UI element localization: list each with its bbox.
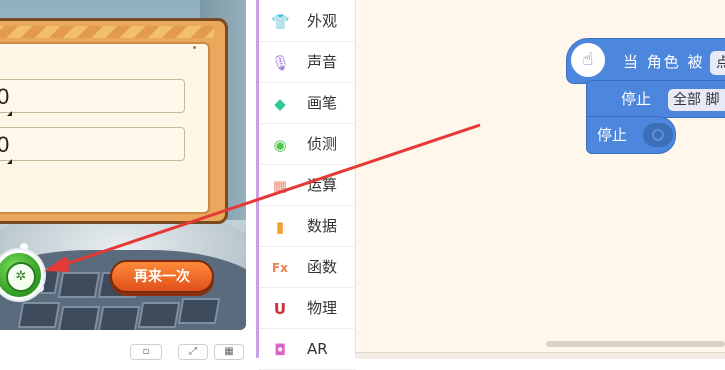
code-workspace[interactable]: ☝ 当 角色 被 点 停止 全部 脚 停止 bbox=[356, 0, 725, 359]
category-label: 声音 bbox=[307, 53, 338, 71]
category-label: 外观 bbox=[307, 12, 338, 30]
category-data[interactable]: ▮ 数据 bbox=[259, 206, 356, 247]
category-label: 函数 bbox=[307, 258, 338, 276]
function-icon: Fx bbox=[272, 261, 288, 275]
number-field-1[interactable]: 0 bbox=[0, 79, 185, 116]
retry-button[interactable]: 再来一次 bbox=[110, 260, 214, 293]
operators-icon: ▦ bbox=[272, 177, 288, 195]
pointer-hand-icon: ☝ bbox=[571, 43, 605, 77]
stop-all-block[interactable]: 停止 全部 脚 bbox=[586, 80, 725, 118]
category-operators[interactable]: ▦ 运算 bbox=[259, 165, 356, 206]
stop-target-dropdown[interactable]: 全部 脚 bbox=[668, 89, 725, 111]
number-field-2-value: 0 bbox=[0, 132, 10, 157]
bar-chart-icon: ▮ bbox=[275, 218, 285, 236]
pen-icon: ◆ bbox=[274, 95, 286, 113]
number-field-2[interactable]: 0 bbox=[0, 127, 185, 164]
magnet-icon: U bbox=[273, 300, 287, 318]
category-sound[interactable]: 🎙 声音 bbox=[259, 42, 356, 83]
category-label: 运算 bbox=[307, 176, 338, 194]
category-functions[interactable]: Fx 函数 bbox=[259, 247, 356, 288]
stop-block[interactable]: 停止 bbox=[586, 116, 676, 154]
category-ar[interactable]: ◘ AR bbox=[259, 329, 356, 370]
category-label: AR bbox=[307, 340, 328, 358]
hat-block-dropdown[interactable]: 点 bbox=[710, 51, 725, 75]
horizontal-scrollbar[interactable] bbox=[546, 341, 725, 347]
category-sensing[interactable]: ◉ 侦测 bbox=[259, 124, 356, 165]
category-physics[interactable]: U 物理 bbox=[259, 288, 356, 329]
panel-stripe bbox=[0, 26, 214, 38]
category-label: 侦测 bbox=[307, 135, 338, 153]
category-label: 画笔 bbox=[307, 94, 338, 112]
stop-toggle-icon bbox=[643, 123, 673, 147]
hat-block-label: 当 角色 被 bbox=[623, 53, 705, 71]
microphone-icon: 🎙 bbox=[271, 54, 291, 72]
stage-area[interactable]: 0 0 ✲ 再来一次 bbox=[0, 0, 246, 330]
when-sprite-clicked-block[interactable]: ☝ 当 角色 被 点 bbox=[566, 38, 725, 84]
stop-block-label: 停止 bbox=[621, 90, 652, 108]
number-field-1-value: 0 bbox=[0, 84, 10, 109]
panel-corner-dot bbox=[193, 46, 196, 49]
category-pen[interactable]: ◆ 画笔 bbox=[259, 83, 356, 124]
sensing-icon: ◉ bbox=[273, 136, 287, 154]
compass-icon: ✲ bbox=[6, 262, 36, 292]
category-label: 物理 bbox=[307, 299, 338, 317]
field-caret bbox=[7, 159, 12, 164]
category-label: 数据 bbox=[307, 217, 338, 235]
block-categories: 👕 外观 🎙 声音 ◆ 画笔 ◉ 侦测 ▦ 运算 ▮ 数据 Fx 函数 U 物理… bbox=[256, 0, 356, 370]
shirt-icon: 👕 bbox=[271, 13, 290, 31]
camera-icon: ◘ bbox=[274, 341, 286, 359]
field-caret bbox=[7, 111, 12, 116]
category-looks[interactable]: 👕 外观 bbox=[259, 1, 356, 42]
stop-block-label: 停止 bbox=[597, 126, 628, 144]
